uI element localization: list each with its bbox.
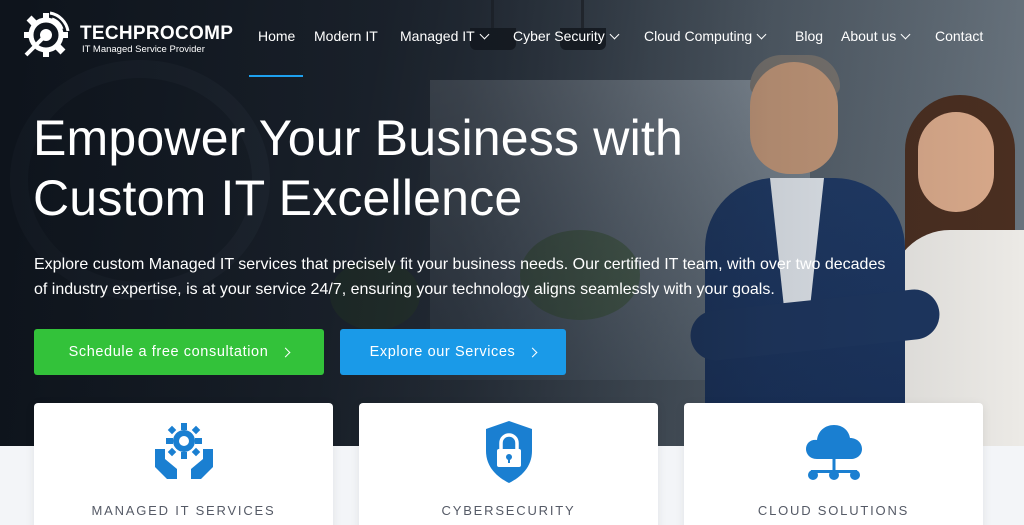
description-line: of industry expertise, is at your servic… xyxy=(34,281,775,298)
nav-link-cloud-computing[interactable]: Cloud Computing xyxy=(644,28,767,44)
card-title: CYBERSECURITY xyxy=(441,503,576,518)
nav-active-indicator xyxy=(249,75,303,77)
nav-item-contact[interactable]: Contact xyxy=(935,26,983,46)
nav-link-cyber-security[interactable]: Cyber Security xyxy=(513,28,620,44)
nav-label: Managed IT xyxy=(400,28,475,44)
chevron-down-icon xyxy=(479,29,490,39)
schedule-consultation-button[interactable]: Schedule a free consultation xyxy=(34,329,324,375)
techprocomp-logo-icon xyxy=(24,11,70,57)
card-title: CLOUD SOLUTIONS xyxy=(757,503,910,518)
brand-name: TECHPROCOMP xyxy=(80,23,234,44)
explore-services-button[interactable]: Explore our Services xyxy=(340,329,566,375)
nav-item-modern-it[interactable]: Modern IT xyxy=(314,26,378,46)
nav-item-home[interactable]: Home xyxy=(258,26,295,46)
nav-label: About us xyxy=(841,28,897,44)
chevron-down-icon xyxy=(756,29,767,39)
service-card-managed-it[interactable]: MANAGED IT SERVICES xyxy=(34,403,333,525)
cloud-network-icon xyxy=(805,425,862,480)
nav-link-about-us[interactable]: About us xyxy=(841,28,911,44)
nav-link-contact[interactable]: Contact xyxy=(935,28,983,44)
card-title: MANAGED IT SERVICES xyxy=(91,503,276,518)
headline-line: Custom IT Excellence xyxy=(33,170,523,226)
button-label: Explore our Services xyxy=(369,344,516,360)
description-line: Explore custom Managed IT services that … xyxy=(34,256,886,273)
nav-label: Cloud Computing xyxy=(644,28,753,44)
chevron-down-icon xyxy=(900,29,911,39)
shield-lock-icon xyxy=(485,421,532,483)
brand-tagline: IT Managed Service Provider xyxy=(82,44,205,55)
headline-line: Empower Your Business with xyxy=(33,110,683,166)
site-header: TECHPROCOMP IT Managed Service Provider … xyxy=(0,0,1024,77)
nav-item-managed-it[interactable]: Managed IT xyxy=(400,26,490,46)
chevron-right-icon xyxy=(527,347,538,357)
nav-link-modern-it[interactable]: Modern IT xyxy=(314,28,378,44)
service-card-cybersecurity[interactable]: CYBERSECURITY xyxy=(359,403,658,525)
nav-item-cyber-security[interactable]: Cyber Security xyxy=(513,26,620,46)
nav-link-blog[interactable]: Blog xyxy=(795,28,823,44)
service-card-cloud[interactable]: CLOUD SOLUTIONS xyxy=(684,403,983,525)
nav-item-blog[interactable]: Blog xyxy=(795,26,823,46)
button-label: Schedule a free consultation xyxy=(68,344,269,360)
hero-headline: Empower Your Business with Custom IT Exc… xyxy=(33,108,753,228)
nav-link-managed-it[interactable]: Managed IT xyxy=(400,28,490,44)
brand-logo[interactable]: TECHPROCOMP IT Managed Service Provider xyxy=(20,9,233,61)
hero-description: Explore custom Managed IT services that … xyxy=(34,252,994,302)
chevron-down-icon xyxy=(609,29,620,39)
chevron-right-icon xyxy=(280,347,291,357)
nav-item-cloud-computing[interactable]: Cloud Computing xyxy=(644,26,767,46)
nav-link-home[interactable]: Home xyxy=(258,28,295,44)
nav-label: Cyber Security xyxy=(513,28,605,44)
managed-it-gear-hands-icon xyxy=(154,423,213,479)
nav-item-about-us[interactable]: About us xyxy=(841,26,911,46)
